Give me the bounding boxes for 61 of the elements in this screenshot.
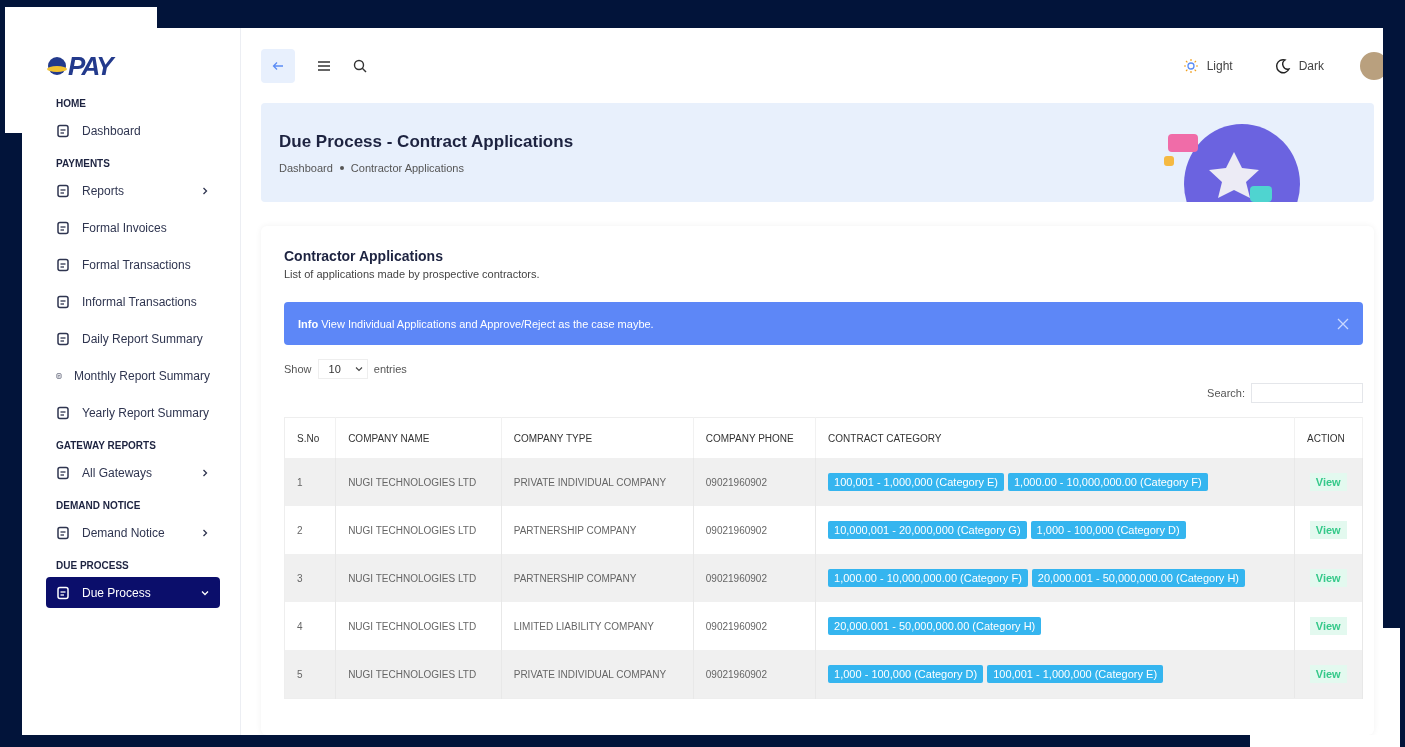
table-cell: PRIVATE INDIVIDUAL COMPANY bbox=[501, 650, 694, 699]
sidebar-item[interactable]: Formal Transactions bbox=[46, 249, 220, 280]
sidebar-item[interactable]: Informal Transactions bbox=[46, 286, 220, 317]
category-tag: 100,001 - 1,000,000 (Category E) bbox=[987, 665, 1164, 683]
page-title: Due Process - Contract Applications bbox=[279, 131, 574, 152]
sidebar-item[interactable]: Due Process bbox=[46, 577, 220, 608]
separator-icon bbox=[339, 165, 344, 170]
sidebar-item[interactable]: Monthly Report Summary bbox=[46, 360, 220, 391]
logo: PAY bbox=[46, 46, 220, 86]
search-label: Search: bbox=[1207, 387, 1245, 399]
category-tag: 100,001 - 1,000,000 (Category E) bbox=[828, 473, 1004, 491]
section-heading: PAYMENTS bbox=[56, 158, 111, 169]
category-tag: 1,000.00 - 10,000,000.00 (Category F) bbox=[828, 569, 1028, 587]
close-icon[interactable] bbox=[1337, 317, 1349, 330]
category-tag: 20,000.001 - 50,000,000.00 (Category H) bbox=[1031, 569, 1245, 587]
table-cell: NUGI TECHNOLOGIES LTD bbox=[335, 554, 502, 602]
card-subtitle: List of applications made by prospective contractors. bbox=[284, 268, 541, 280]
search-field[interactable] bbox=[1251, 383, 1363, 403]
breadcrumb[interactable]: Dashboard bbox=[279, 161, 333, 174]
dark-mode-button[interactable]: Dark bbox=[1268, 56, 1330, 75]
sidebar-item[interactable]: Dashboard bbox=[46, 115, 220, 146]
search-icon[interactable] bbox=[353, 58, 367, 73]
category-tag: 10,000,001 - 20,000,000 (Category G) bbox=[828, 521, 1027, 539]
category-tag: 1,000.00 - 10,000,000.00 (Category F) bbox=[1007, 473, 1208, 491]
table-cell: NUGI TECHNOLOGIES LTD bbox=[335, 458, 502, 506]
category-tag: 20,000.001 - 50,000,000.00 (Category H) bbox=[828, 617, 1042, 635]
table-cell: 09021960902 bbox=[693, 554, 816, 602]
table-cell: PARTNERSHIP COMPANY bbox=[501, 554, 694, 602]
table-cell: 09021960902 bbox=[693, 458, 816, 506]
logo-icon bbox=[46, 55, 68, 77]
table-cell: 3 bbox=[284, 554, 336, 602]
light-mode-button[interactable]: Light bbox=[1176, 56, 1239, 75]
table-cell: 1 bbox=[284, 458, 336, 506]
section-heading: DEMAND NOTICE bbox=[56, 500, 142, 511]
table-cell: 09021960902 bbox=[693, 650, 816, 699]
table-cell: PRIVATE INDIVIDUAL COMPANY bbox=[501, 458, 694, 506]
table-cell: 5 bbox=[284, 650, 336, 699]
sidebar-item[interactable]: Demand Notice bbox=[46, 517, 220, 548]
table-cell: NUGI TECHNOLOGIES LTD bbox=[335, 650, 502, 699]
show-label: Show bbox=[284, 363, 312, 375]
arrow-left-icon bbox=[272, 60, 284, 71]
back-button[interactable] bbox=[261, 48, 295, 83]
sidebar-item[interactable]: Formal Invoices bbox=[46, 212, 220, 243]
section-heading: DUE PROCESS bbox=[56, 560, 130, 571]
sidebar-item[interactable]: Daily Report Summary bbox=[46, 323, 220, 354]
category-tag: 1,000 - 100,000 (Category D) bbox=[828, 665, 984, 683]
sidebar-item[interactable]: All Gateways bbox=[46, 457, 220, 488]
sidebar-item[interactable]: Yearly Report Summary bbox=[46, 397, 220, 428]
card-title: Contractor Applications bbox=[284, 248, 444, 264]
entries-label: entries bbox=[373, 363, 407, 375]
alert-text: Info View Individual Applications and Approve/Reject as the case maybe. bbox=[298, 317, 654, 330]
category-tag: 1,000 - 100,000 (Category D) bbox=[1030, 521, 1186, 539]
breadcrumb: Contractor Applications bbox=[350, 161, 464, 174]
sidebar-item[interactable]: Reports bbox=[46, 175, 220, 206]
avatar[interactable] bbox=[1360, 51, 1383, 80]
sun-icon bbox=[1182, 57, 1199, 74]
section-heading: HOME bbox=[56, 98, 87, 109]
moon-icon bbox=[1274, 57, 1291, 74]
chevron-down-icon bbox=[354, 366, 363, 372]
section-heading: GATEWAY REPORTS bbox=[56, 440, 157, 451]
entries-select[interactable]: 10 bbox=[317, 359, 368, 379]
